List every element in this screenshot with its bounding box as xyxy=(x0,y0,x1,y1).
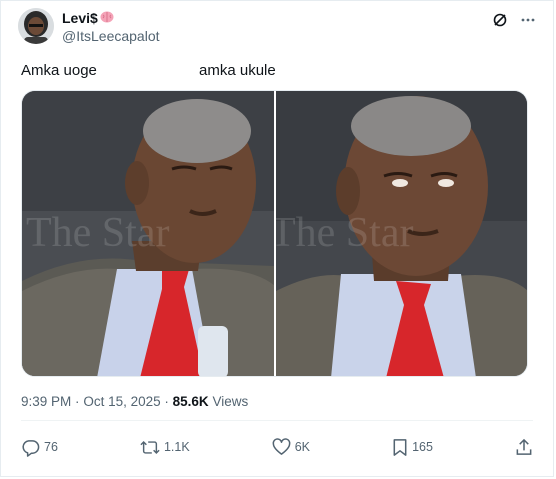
bookmark-icon xyxy=(392,438,408,457)
share-icon xyxy=(515,438,533,457)
avatar[interactable] xyxy=(18,8,54,44)
media-grid[interactable]: The Star The Star xyxy=(21,90,528,377)
like-count: 6K xyxy=(294,440,311,454)
reply-icon xyxy=(21,438,40,457)
bookmark-count: 165 xyxy=(412,440,433,454)
man-sleeping-photo[interactable]: The Star xyxy=(22,91,274,376)
timestamp-time[interactable]: 9:39 PM xyxy=(21,394,71,409)
divider xyxy=(21,420,533,421)
repost-icon xyxy=(140,438,160,457)
meta-separator-2: · xyxy=(164,394,169,409)
display-name[interactable]: Levi$ xyxy=(62,10,98,27)
reply-count: 76 xyxy=(44,440,58,454)
heart-icon xyxy=(272,438,291,456)
watermark-left: The Star xyxy=(26,210,169,256)
timestamp-date[interactable]: Oct 15, 2025 xyxy=(83,394,160,409)
reply-button[interactable]: 76 xyxy=(21,438,58,457)
watermark-right: The Star xyxy=(276,210,413,256)
share-button[interactable] xyxy=(515,438,533,457)
author-block: Levi$ @ItsLeecapalot xyxy=(62,10,160,45)
display-name-row[interactable]: Levi$ xyxy=(62,10,160,27)
repost-count: 1.1K xyxy=(163,440,190,454)
views-label: Views xyxy=(212,394,249,409)
more-icon[interactable] xyxy=(520,12,536,28)
tweet-meta: 9:39 PM · Oct 15, 2025 · 85.6K Views xyxy=(21,394,248,409)
header-icons xyxy=(492,12,536,28)
action-bar: 76 1.1K 6K 165 xyxy=(21,435,533,459)
repost-button[interactable]: 1.1K xyxy=(140,438,190,457)
handle[interactable]: @ItsLeecapalot xyxy=(62,28,160,45)
tweet-card[interactable]: Levi$ @ItsLeecapalot Amka uoge amka ukul… xyxy=(0,0,554,477)
tweet-text-left: Amka uoge xyxy=(21,62,97,79)
views-count: 85.6K xyxy=(172,394,209,409)
grok-icon[interactable] xyxy=(492,12,508,28)
meta-separator: · xyxy=(75,394,80,409)
man-tired-photo[interactable]: The Star xyxy=(275,91,527,376)
bookmark-button[interactable]: 165 xyxy=(392,438,433,457)
tweet-header: Levi$ @ItsLeecapalot xyxy=(18,8,536,48)
like-button[interactable]: 6K xyxy=(272,438,310,456)
brain-icon xyxy=(100,10,114,27)
tweet-text-right: amka ukule xyxy=(199,62,276,79)
